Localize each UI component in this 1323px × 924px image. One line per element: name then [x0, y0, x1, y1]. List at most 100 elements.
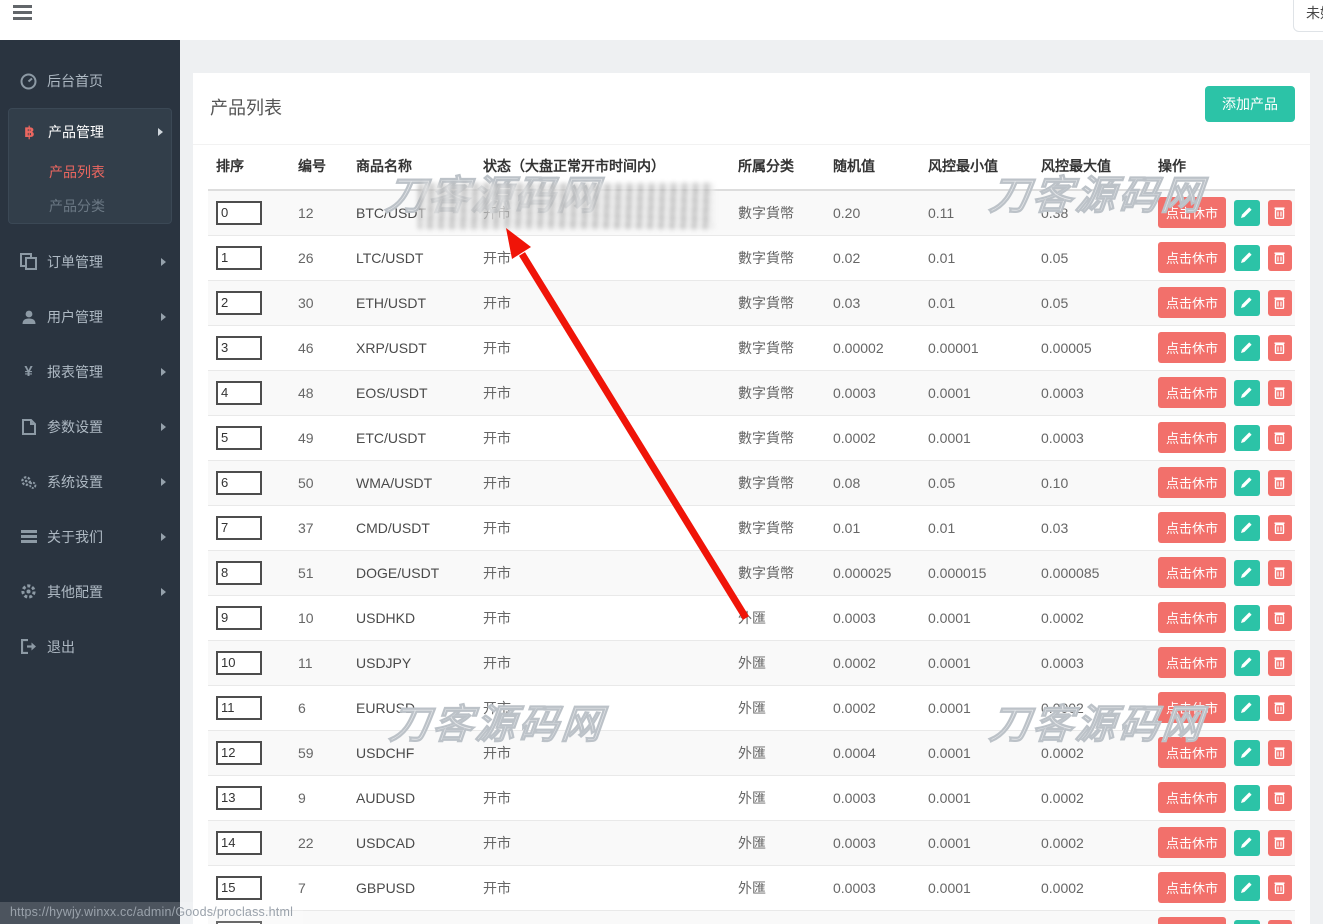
sidebar-item-system-settings[interactable]: 系统设置: [0, 454, 180, 509]
delete-button[interactable]: [1267, 289, 1292, 316]
close-market-button[interactable]: 点击休市: [1158, 422, 1227, 453]
edit-button[interactable]: [1233, 559, 1260, 586]
sort-input[interactable]: [216, 785, 262, 810]
close-market-button[interactable]: 点击休市: [1158, 287, 1227, 318]
close-market-button[interactable]: 点击休市: [1158, 647, 1227, 678]
table-row: 59 USDCHF 开市 外匯 0.0004 0.0001 0.0002 点击休…: [208, 729, 1295, 775]
sort-input[interactable]: [216, 560, 262, 585]
sort-input[interactable]: [216, 290, 262, 315]
risk-max-value: 0.0002: [1033, 774, 1150, 820]
edit-button[interactable]: [1233, 919, 1260, 924]
sidebar-item-orders[interactable]: 订单管理: [0, 234, 180, 289]
delete-button[interactable]: [1267, 919, 1292, 924]
delete-button[interactable]: [1267, 334, 1292, 361]
sort-input[interactable]: [216, 515, 262, 540]
sidebar-item-dashboard[interactable]: 后台首页: [0, 54, 180, 108]
close-market-button[interactable]: 点击休市: [1158, 557, 1227, 588]
edit-button[interactable]: [1233, 829, 1260, 856]
sort-input[interactable]: [216, 200, 262, 225]
sort-input[interactable]: [216, 695, 262, 720]
close-market-button[interactable]: 点击休市: [1158, 197, 1227, 229]
edit-button[interactable]: [1233, 334, 1260, 361]
delete-button[interactable]: [1267, 739, 1292, 766]
sidebar-item-product-category[interactable]: 产品分类: [9, 189, 171, 223]
delete-button[interactable]: [1267, 784, 1292, 811]
close-market-button[interactable]: 点击休市: [1158, 692, 1227, 723]
edit-button[interactable]: [1233, 694, 1260, 721]
risk-min-value: 0.05: [920, 459, 1033, 505]
edit-button[interactable]: [1233, 604, 1260, 631]
close-market-button[interactable]: 点击休市: [1158, 782, 1227, 813]
delete-button[interactable]: [1267, 379, 1292, 406]
sidebar-item-other-config[interactable]: 其他配置: [0, 564, 180, 619]
close-market-button[interactable]: 点击休市: [1158, 332, 1227, 363]
edit-button[interactable]: [1233, 469, 1260, 496]
sort-input[interactable]: [216, 740, 262, 765]
delete-button[interactable]: [1267, 469, 1292, 496]
delete-button[interactable]: [1267, 559, 1292, 586]
sort-input[interactable]: [216, 380, 262, 405]
delete-button[interactable]: [1267, 874, 1292, 901]
add-product-button[interactable]: 添加产品: [1205, 86, 1295, 122]
close-market-button[interactable]: 点击休市: [1158, 917, 1227, 924]
product-status: 开市: [475, 369, 730, 415]
hamburger-menu-icon[interactable]: [13, 5, 32, 20]
sort-input[interactable]: [216, 650, 262, 675]
sort-input[interactable]: [216, 335, 262, 360]
close-market-button[interactable]: 点击休市: [1158, 602, 1227, 633]
close-market-button[interactable]: 点击休市: [1158, 737, 1227, 768]
sidebar-item-product-list[interactable]: 产品列表: [9, 155, 171, 189]
delete-button[interactable]: [1267, 199, 1292, 226]
risk-min-value: 0.0001: [920, 729, 1033, 775]
trash-icon: [1274, 567, 1285, 579]
edit-button[interactable]: [1233, 244, 1260, 271]
sidebar-item-logout[interactable]: 退出: [0, 619, 180, 674]
delete-button[interactable]: [1267, 694, 1292, 721]
product-category: 外匯: [730, 729, 825, 775]
random-value: 0.0003: [825, 594, 920, 640]
product-status: 开市: [475, 774, 730, 820]
edit-button[interactable]: [1233, 424, 1260, 451]
close-market-button[interactable]: 点击休市: [1158, 827, 1227, 858]
product-id: 9: [290, 774, 348, 820]
delete-button[interactable]: [1267, 424, 1292, 451]
sidebar-item-parameters[interactable]: 参数设置: [0, 399, 180, 454]
delete-button[interactable]: [1267, 604, 1292, 631]
sort-input[interactable]: [216, 830, 262, 855]
close-market-button[interactable]: 点击休市: [1158, 512, 1227, 543]
edit-button[interactable]: [1233, 874, 1260, 901]
edit-button[interactable]: [1233, 739, 1260, 766]
sidebar-item-users[interactable]: 用户管理: [0, 289, 180, 344]
product-category: [730, 909, 825, 924]
delete-button[interactable]: [1267, 649, 1292, 676]
edit-button[interactable]: [1233, 784, 1260, 811]
close-market-button[interactable]: 点击休市: [1158, 242, 1227, 273]
sort-input[interactable]: [216, 875, 262, 900]
delete-button[interactable]: [1267, 829, 1292, 856]
sort-input[interactable]: [216, 470, 262, 495]
sort-input[interactable]: [216, 245, 262, 270]
close-market-button[interactable]: 点击休市: [1158, 872, 1227, 903]
product-status: [475, 909, 730, 924]
edit-button[interactable]: [1233, 514, 1260, 541]
logout-icon: [20, 638, 37, 655]
close-market-button[interactable]: 点击休市: [1158, 377, 1227, 408]
sort-input[interactable]: [216, 425, 262, 450]
sort-input[interactable]: [216, 605, 262, 630]
sidebar-item-product-management[interactable]: ฿ 产品管理: [9, 109, 171, 155]
close-market-button[interactable]: 点击休市: [1158, 467, 1227, 498]
delete-button[interactable]: [1267, 514, 1292, 541]
edit-button[interactable]: [1233, 649, 1260, 676]
sidebar-item-reports[interactable]: ¥ 报表管理: [0, 344, 180, 399]
sidebar-item-about-us[interactable]: 关于我们: [0, 509, 180, 564]
user-badge[interactable]: 未姓: [1293, 0, 1323, 32]
product-status: 开市: [475, 234, 730, 280]
delete-button[interactable]: [1267, 244, 1292, 271]
edit-button[interactable]: [1233, 199, 1260, 226]
product-status: 开市: [475, 324, 730, 370]
random-value: 0.01: [825, 504, 920, 550]
edit-button[interactable]: [1233, 289, 1260, 316]
bitcoin-icon: ฿: [24, 124, 35, 141]
edit-button[interactable]: [1233, 379, 1260, 406]
pencil-icon: [1241, 477, 1253, 488]
